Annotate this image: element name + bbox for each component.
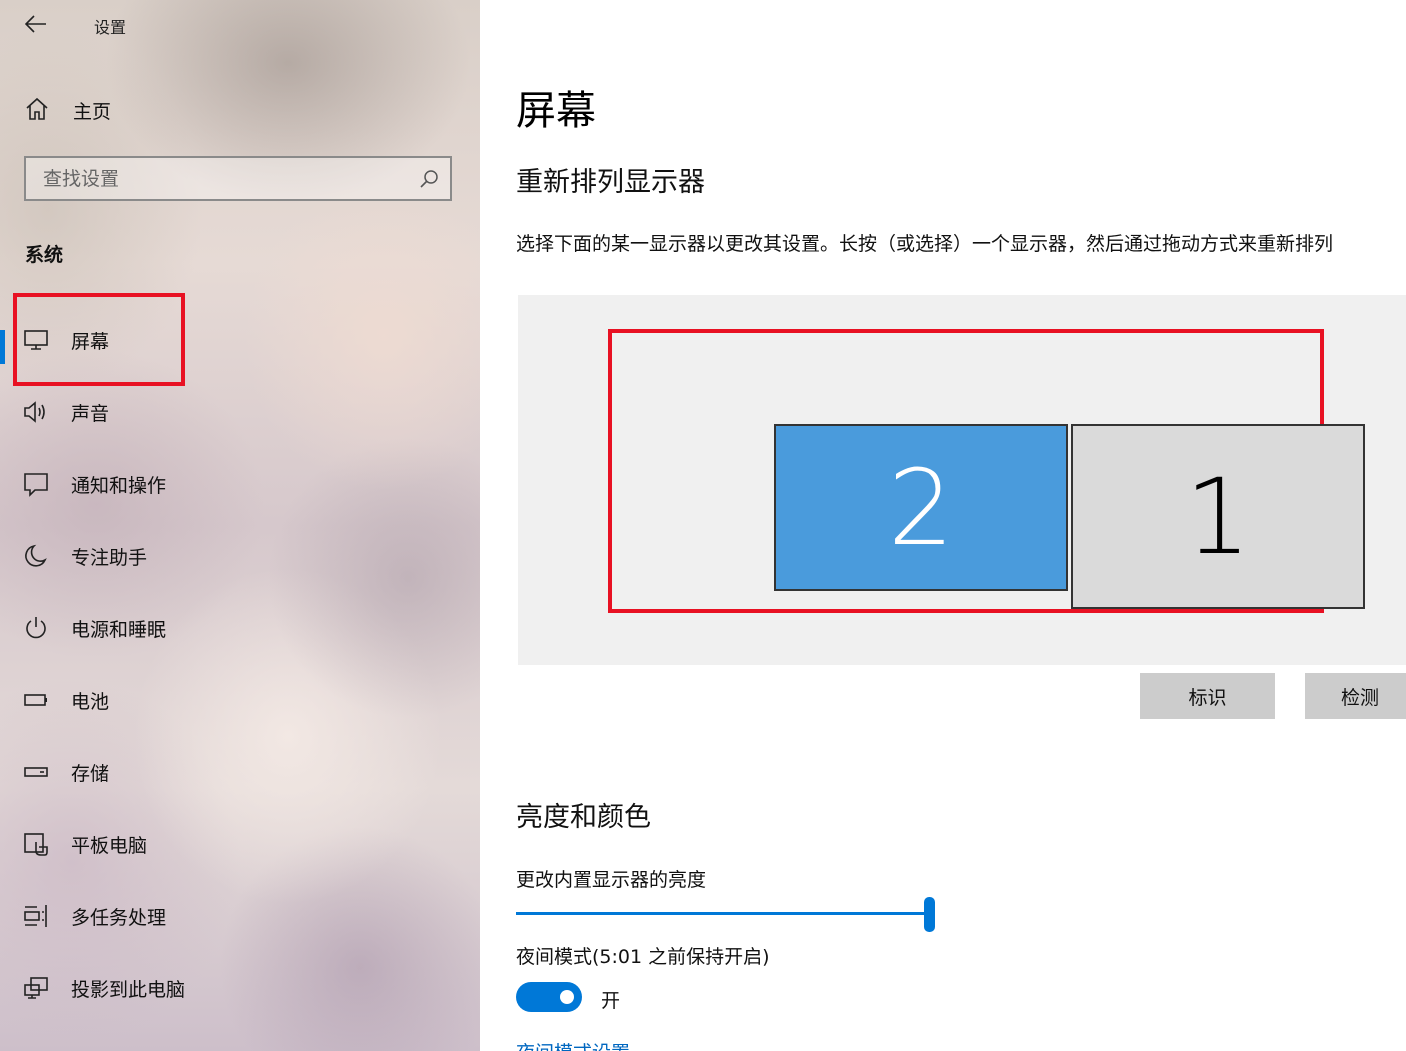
- active-indicator: [0, 330, 5, 364]
- rearrange-description: 选择下面的某一显示器以更改其设置。长按（或选择）一个显示器，然后通过拖动方式来重…: [516, 233, 1334, 255]
- home-icon: [26, 97, 48, 120]
- project-icon: [24, 977, 48, 999]
- monitor-icon: [24, 330, 48, 350]
- monitor-number: 1: [1184, 455, 1252, 578]
- brightness-heading: 亮度和颜色: [516, 802, 651, 833]
- brightness-slider-label: 更改内置显示器的亮度: [516, 869, 707, 891]
- moon-icon: [25, 544, 47, 567]
- brightness-slider-thumb[interactable]: [924, 897, 935, 932]
- page-title: 屏幕: [516, 88, 596, 134]
- sidebar-item-multitasking[interactable]: 多任务处理: [0, 888, 480, 944]
- sidebar: 设置 主页 系统 屏幕: [0, 0, 480, 1051]
- notification-icon: [24, 473, 48, 497]
- rearrange-heading: 重新排列显示器: [516, 167, 705, 198]
- sidebar-item-storage[interactable]: 存储: [0, 744, 480, 800]
- sidebar-item-label: 通知和操作: [71, 475, 167, 497]
- sidebar-item-label: 投影到此电脑: [71, 979, 186, 1001]
- battery-icon: [24, 694, 47, 706]
- sidebar-item-label: 多任务处理: [71, 907, 167, 929]
- sidebar-item-label: 屏幕: [71, 331, 110, 353]
- toggle-knob: [560, 990, 574, 1004]
- sidebar-item-power-sleep[interactable]: 电源和睡眠: [0, 600, 480, 656]
- sidebar-item-battery[interactable]: 电池: [0, 672, 480, 728]
- detect-button[interactable]: 检测: [1305, 673, 1406, 719]
- sidebar-item-focus-assist[interactable]: 专注助手: [0, 528, 480, 584]
- main-content: 屏幕 重新排列显示器 选择下面的某一显示器以更改其设置。长按（或选择）一个显示器…: [480, 0, 1406, 1051]
- app-title: 设置: [94, 18, 127, 37]
- speaker-icon: [24, 401, 45, 423]
- search-icon[interactable]: [418, 168, 440, 190]
- sidebar-item-project[interactable]: 投影到此电脑: [0, 960, 480, 1016]
- search-box[interactable]: [24, 156, 452, 201]
- display-arrangement-area[interactable]: 2 1: [518, 295, 1406, 665]
- night-mode-toggle[interactable]: [516, 982, 582, 1012]
- home-nav-item[interactable]: 主页: [0, 86, 480, 132]
- sidebar-header: 设置: [0, 0, 480, 50]
- sidebar-item-label: 平板电脑: [71, 835, 148, 857]
- sidebar-item-label: 电池: [71, 691, 110, 713]
- settings-window: 设置 主页 系统 屏幕: [0, 0, 1406, 1051]
- back-button[interactable]: [18, 8, 54, 40]
- sidebar-item-sound[interactable]: 声音: [0, 384, 480, 440]
- tablet-icon: [24, 833, 48, 856]
- sidebar-item-label: 专注助手: [71, 547, 148, 569]
- monitor-number: 2: [887, 446, 955, 569]
- brightness-slider-track[interactable]: [516, 912, 930, 915]
- night-mode-label: 夜间模式(5:01 之前保持开启): [516, 946, 770, 968]
- toggle-state-label: 开: [601, 990, 621, 1012]
- back-arrow-icon: [25, 15, 46, 33]
- identify-button[interactable]: 标识: [1140, 673, 1275, 719]
- red-highlight-box: 2 1: [608, 329, 1365, 613]
- sidebar-item-label: 存储: [71, 763, 110, 785]
- multitasking-icon: [24, 905, 47, 927]
- sidebar-item-tablet[interactable]: 平板电脑: [0, 816, 480, 872]
- monitor-2-tile[interactable]: 2: [774, 424, 1068, 591]
- power-icon: [26, 617, 46, 639]
- sidebar-item-label: 电源和睡眠: [71, 619, 167, 641]
- sidebar-item-label: 声音: [71, 403, 110, 425]
- search-input[interactable]: [26, 158, 406, 199]
- home-label: 主页: [73, 101, 112, 123]
- monitor-1-tile[interactable]: 1: [1071, 424, 1365, 609]
- section-title-system: 系统: [25, 244, 64, 266]
- night-mode-settings-link[interactable]: 夜间模式设置: [516, 1038, 630, 1051]
- sidebar-item-notifications[interactable]: 通知和操作: [0, 456, 480, 512]
- sidebar-item-display[interactable]: 屏幕: [0, 312, 480, 368]
- storage-icon: [24, 767, 48, 777]
